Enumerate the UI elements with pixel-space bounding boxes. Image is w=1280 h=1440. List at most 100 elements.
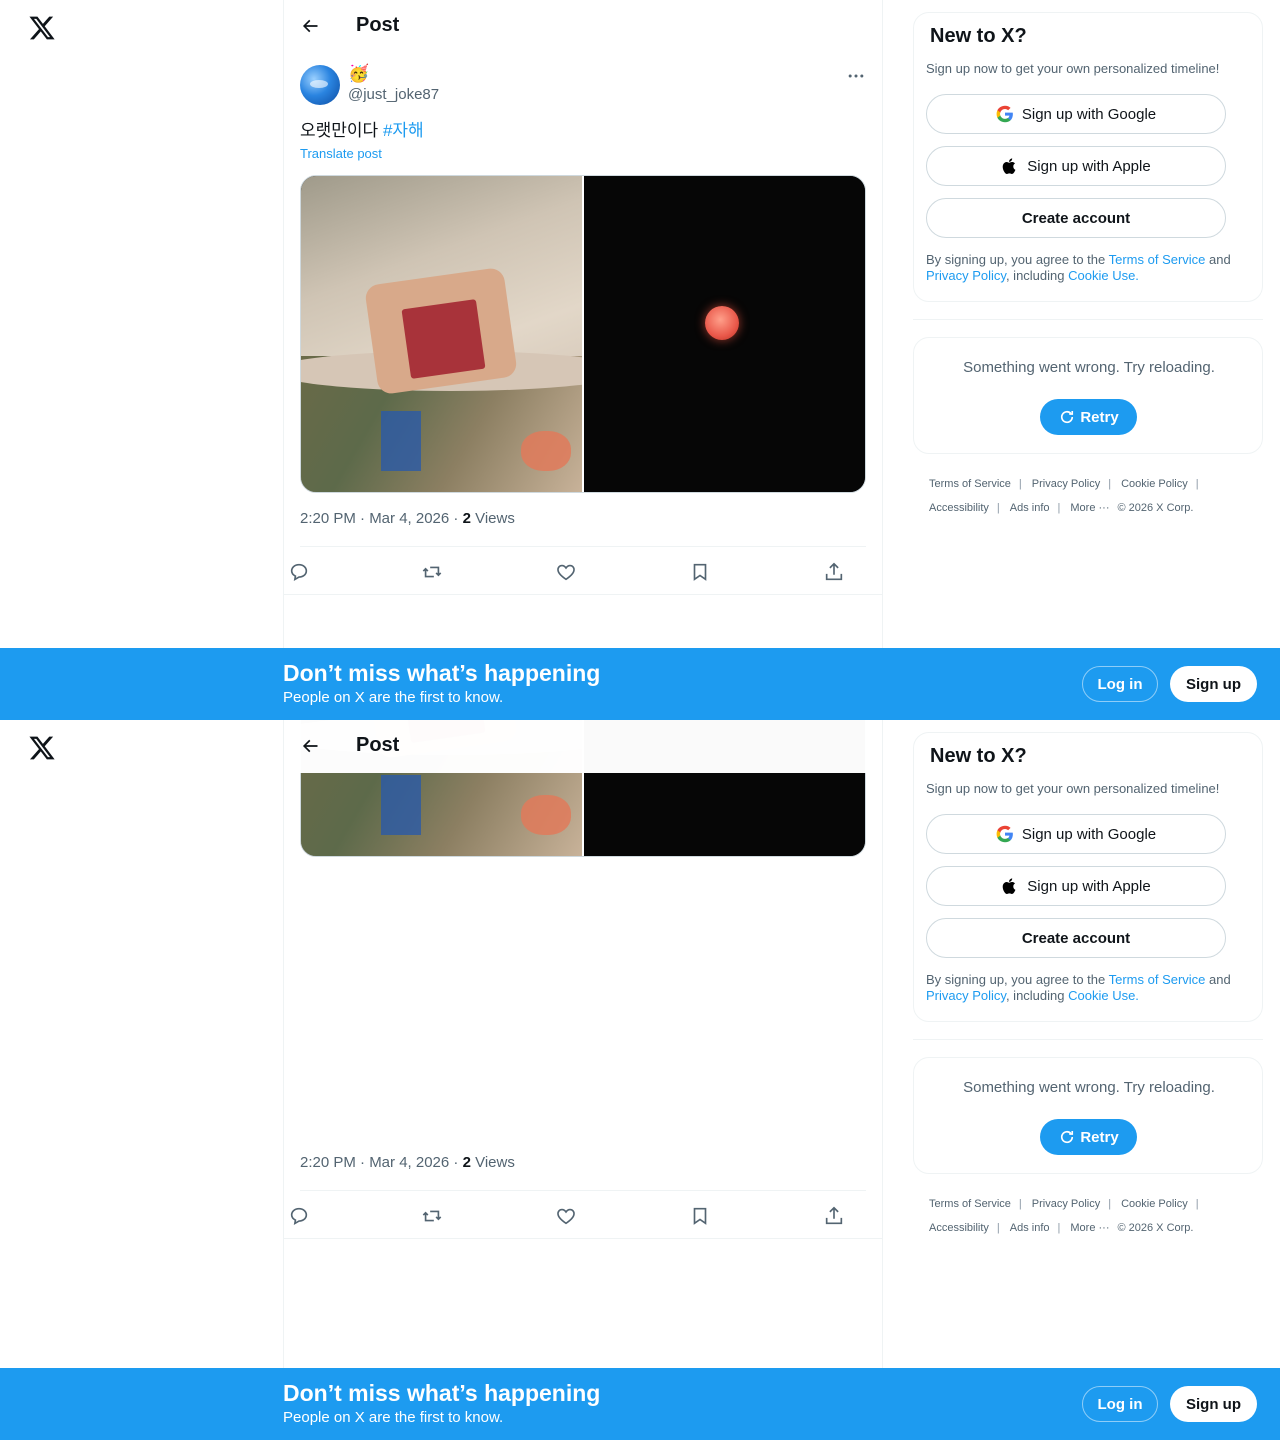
primary-column: Post 🥳 @just_joke87 오랫만이다 #자해 Translate … [283, 0, 883, 720]
post-time[interactable]: 2:20 PM · Mar 4, 2026 · [300, 510, 463, 527]
legal-including: , including [1005, 988, 1069, 1003]
signup-legal-text: By signing up, you agree to the Terms of… [926, 972, 1256, 1004]
user-handle[interactable]: @just_joke87 [348, 86, 439, 103]
legal-prefix: By signing up, you agree to the [926, 972, 1109, 987]
footer-more-link[interactable]: More ··· [1070, 1222, 1109, 1234]
legal-and: and [1205, 252, 1231, 267]
apple-icon [1001, 877, 1019, 895]
more-options-icon[interactable] [846, 66, 866, 86]
refresh-icon [1061, 1130, 1074, 1144]
x-logo-icon[interactable] [28, 14, 56, 42]
footer-sep: | [1018, 1198, 1022, 1210]
footer-sep: | [996, 502, 1000, 514]
retry-label: Retry [1080, 1128, 1119, 1146]
hashtag-link[interactable]: #자해 [383, 121, 424, 140]
post-text: 오랫만이다 #자해 [300, 120, 424, 142]
legal-including: , including [1005, 268, 1069, 283]
error-message: Something went wrong. Try reloading. [963, 1079, 1215, 1096]
terms-link[interactable]: Terms of Service [1109, 252, 1206, 267]
repost-icon[interactable] [421, 561, 443, 583]
viewport-scrolled: Post 오랫만이다 #자해 Translate post [0, 720, 1280, 1440]
footer-sep: | [1108, 478, 1112, 490]
repost-icon[interactable] [421, 1205, 443, 1227]
post-header-sticky: Post [284, 720, 882, 773]
reply-icon[interactable] [288, 1205, 310, 1227]
google-icon [996, 105, 1014, 123]
signup-title: New to X? [930, 25, 1027, 47]
signup-banner: Don’t miss what’s happening People on X … [0, 1368, 1280, 1440]
footer-privacy-link[interactable]: Privacy Policy [1032, 1198, 1100, 1210]
banner-title: Don’t miss what’s happening [283, 1380, 601, 1406]
footer-sep: | [1195, 1198, 1199, 1210]
signup-card: New to X? Sign up now to get your own pe… [913, 12, 1263, 302]
signup-button[interactable]: Sign up [1170, 666, 1257, 702]
bookmark-icon[interactable] [689, 1205, 711, 1227]
display-name-emoji[interactable]: 🥳 [348, 64, 369, 84]
signup-legal-text: By signing up, you agree to the Terms of… [926, 252, 1256, 284]
signup-subtitle: Sign up now to get your own personalized… [926, 781, 1220, 796]
login-button[interactable]: Log in [1082, 1386, 1158, 1422]
signup-google-button[interactable]: Sign up with Google [926, 814, 1226, 854]
like-icon[interactable] [555, 561, 577, 583]
media-image-moon[interactable] [584, 176, 865, 492]
footer-accessibility-link[interactable]: Accessibility [929, 1222, 989, 1234]
privacy-link[interactable]: Privacy Policy [926, 268, 1006, 283]
post-scroll-window: 오랫만이다 #자해 Translate post [284, 720, 882, 1440]
views-count: 2 [462, 510, 471, 527]
cookie-use-link[interactable]: Cookie Use. [1068, 988, 1139, 1003]
error-card: Something went wrong. Try reloading. Ret… [913, 1057, 1263, 1174]
footer-sep: | [1108, 1198, 1112, 1210]
post-header: Post [284, 0, 882, 53]
footer-terms-link[interactable]: Terms of Service [929, 478, 1011, 490]
translate-post-link[interactable]: Translate post [300, 146, 382, 161]
bookmark-icon[interactable] [689, 561, 711, 583]
post-body: 오랫만이다 [300, 121, 379, 140]
banner-title: Don’t miss what’s happening [283, 660, 601, 686]
footer-accessibility-link[interactable]: Accessibility [929, 502, 989, 514]
signup-apple-button[interactable]: Sign up with Apple [926, 146, 1226, 186]
cookie-use-link[interactable]: Cookie Use. [1068, 268, 1139, 283]
retry-button[interactable]: Retry [1040, 399, 1137, 435]
footer-ads-link[interactable]: Ads info [1010, 1222, 1050, 1234]
signup-google-button[interactable]: Sign up with Google [926, 94, 1226, 134]
reply-icon[interactable] [288, 561, 310, 583]
legal-and: and [1205, 972, 1231, 987]
signup-apple-button[interactable]: Sign up with Apple [926, 866, 1226, 906]
refresh-icon [1061, 410, 1074, 424]
apple-icon [1001, 157, 1019, 175]
x-logo-icon[interactable] [28, 734, 56, 762]
terms-link[interactable]: Terms of Service [1109, 972, 1206, 987]
back-arrow-icon[interactable] [300, 736, 320, 756]
share-icon[interactable] [823, 561, 845, 583]
signup-button[interactable]: Sign up [1170, 1386, 1257, 1422]
login-button[interactable]: Log in [1082, 666, 1158, 702]
legal-prefix: By signing up, you agree to the [926, 252, 1109, 267]
back-arrow-icon[interactable] [300, 16, 320, 36]
retry-button[interactable]: Retry [1040, 1119, 1137, 1155]
post-timestamp: 2:20 PM · Mar 4, 2026 · 2 Views [300, 510, 515, 527]
footer-privacy-link[interactable]: Privacy Policy [1032, 478, 1100, 490]
privacy-link[interactable]: Privacy Policy [926, 988, 1006, 1003]
post-time[interactable]: 2:20 PM · Mar 4, 2026 · [300, 1154, 463, 1171]
create-account-button[interactable]: Create account [926, 198, 1226, 238]
post-timestamp: 2:20 PM · Mar 4, 2026 · 2 Views [300, 1154, 515, 1171]
footer-copyright: © 2026 X Corp. [1117, 502, 1194, 514]
avatar[interactable] [300, 65, 340, 105]
primary-column: Post 오랫만이다 #자해 Translate post [283, 720, 883, 1440]
signup-card: New to X? Sign up now to get your own pe… [913, 732, 1263, 1022]
post-media[interactable] [300, 175, 866, 493]
share-icon[interactable] [823, 1205, 845, 1227]
media-image-wrist[interactable] [301, 176, 582, 492]
footer-sep: | [1195, 478, 1199, 490]
footer-cookie-link[interactable]: Cookie Policy [1121, 1198, 1188, 1210]
footer-terms-link[interactable]: Terms of Service [929, 1198, 1011, 1210]
create-account-button[interactable]: Create account [926, 918, 1226, 958]
footer-cookie-link[interactable]: Cookie Policy [1121, 478, 1188, 490]
signup-apple-label: Sign up with Apple [1027, 877, 1151, 895]
footer-ads-link[interactable]: Ads info [1010, 502, 1050, 514]
signup-subtitle: Sign up now to get your own personalized… [926, 61, 1220, 76]
like-icon[interactable] [555, 1205, 577, 1227]
sidebar: New to X? Sign up now to get your own pe… [913, 732, 1263, 1240]
google-icon [996, 825, 1014, 843]
footer-more-link[interactable]: More ··· [1070, 502, 1109, 514]
